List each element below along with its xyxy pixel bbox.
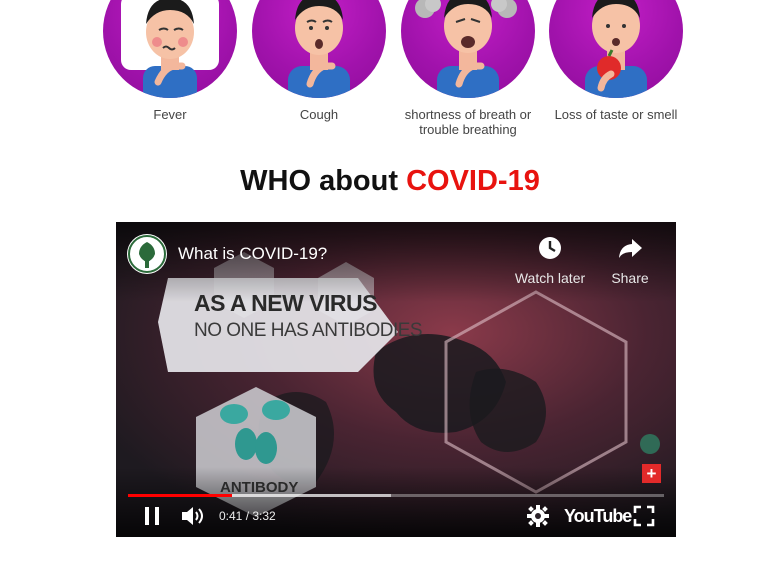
video-overlay-text: AS A NEW VIRUS NO ONE HAS ANTIBODIES [194,290,423,342]
share-label: Share [611,270,649,286]
volume-icon [182,507,203,525]
swiss-cross-badge: + [642,464,661,483]
share-icon [594,234,666,262]
video-title[interactable]: What is COVID-19? [178,244,327,264]
share-button[interactable]: Share [594,234,666,286]
symptom-label: Cough [299,107,339,122]
pause-icon [145,507,159,525]
volume-button[interactable] [180,504,206,528]
cough-person-icon [252,0,386,98]
section-heading: WHO about COVID-19 [0,165,780,198]
channel-logo[interactable] [127,234,167,274]
symptom-label: Fever [153,107,187,122]
time-readout: 0:41 / 3:32 [219,509,276,523]
progress-bar[interactable] [128,494,664,497]
gear-icon [527,505,549,527]
overlay-line-2: NO ONE HAS ANTIBODIES [194,320,423,341]
fullscreen-button[interactable] [632,504,656,528]
fever-person-icon [103,0,237,98]
video-player[interactable]: What is COVID-19? Watch later Share AS A… [116,222,676,537]
settings-button[interactable] [526,504,550,528]
progress-played [128,494,232,497]
youtube-logo[interactable]: YouTube [564,506,632,527]
symptom-label: shortness of breath or trouble breathing [404,107,532,137]
watch-later-label: Watch later [514,270,586,286]
breathing-person-icon [401,0,535,98]
watch-later-button[interactable]: Watch later [514,234,586,286]
taste-loss-person-icon [549,0,683,98]
heading-prefix: WHO about [240,165,399,197]
symptom-label: Loss of taste or smell [554,107,678,122]
clock-icon [514,234,586,262]
heading-accent: COVID-19 [406,165,540,197]
pause-button[interactable] [140,504,164,528]
fullscreen-icon [633,505,655,527]
overlay-line-1: AS A NEW VIRUS [194,290,377,316]
